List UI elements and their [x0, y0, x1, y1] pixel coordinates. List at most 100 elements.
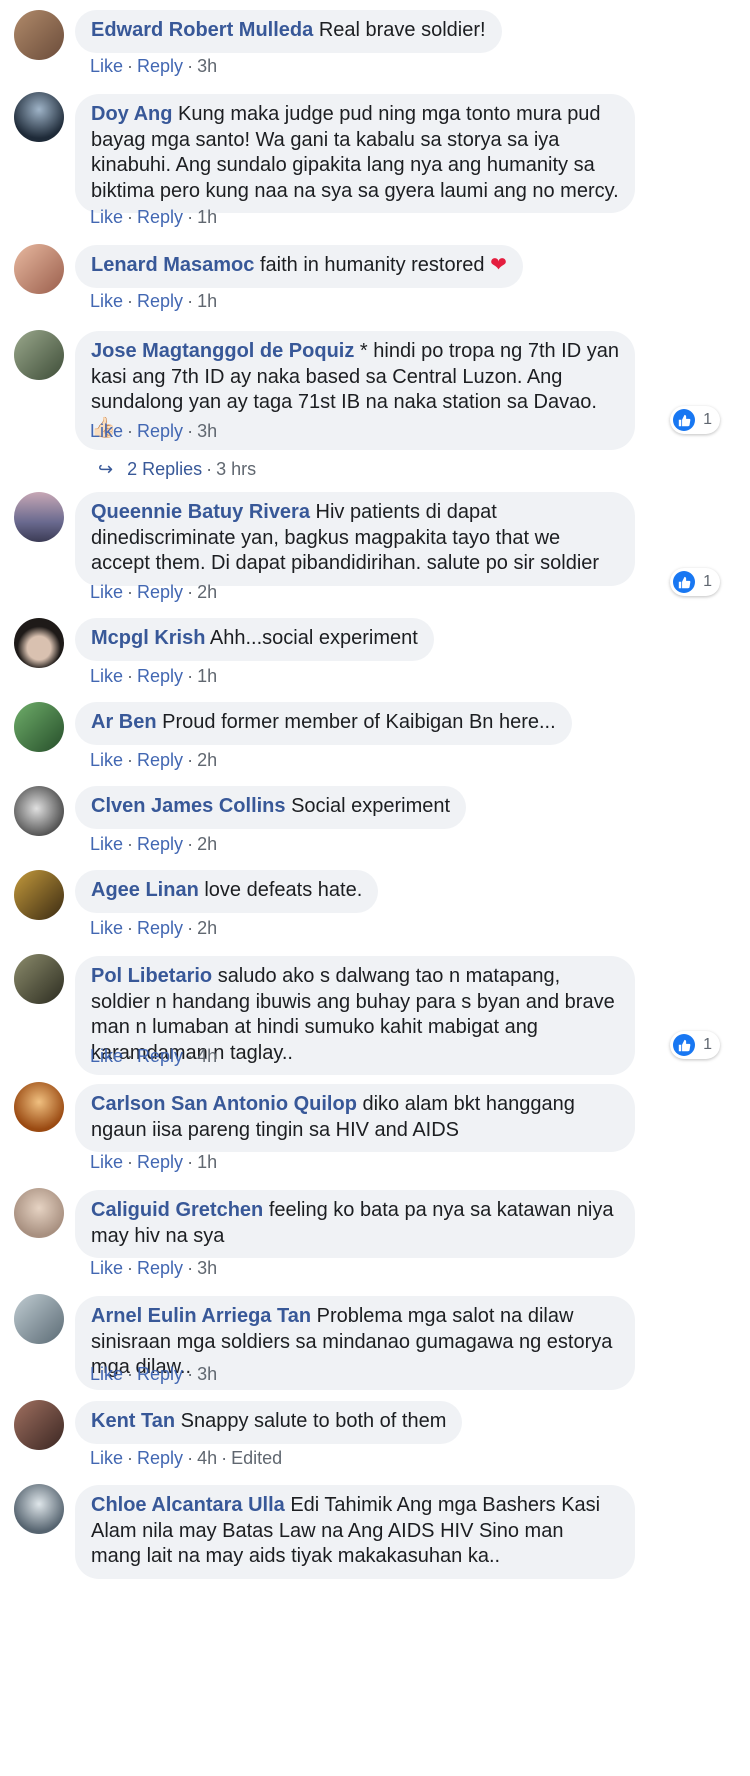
comment-bubble: Caliguid Gretchen feeling ko bata pa nya… [75, 1190, 635, 1258]
thumbs-up-icon [673, 1034, 696, 1056]
avatar[interactable] [14, 330, 64, 380]
avatar[interactable] [14, 492, 64, 542]
like-link[interactable]: Like [90, 834, 123, 854]
comment-bubble: Edward Robert Mulleda Real brave soldier… [75, 10, 502, 53]
comment-actions: Like · Reply · 1h [90, 291, 218, 311]
author-name[interactable]: Mcpgl Krish [91, 627, 205, 649]
author-name[interactable]: Ar Ben [91, 711, 157, 733]
comment-actions: Like · Reply · 4h [90, 1046, 218, 1066]
author-name[interactable]: Caliguid Gretchen [91, 1199, 263, 1221]
reply-link[interactable]: Reply [137, 421, 183, 441]
avatar[interactable] [14, 10, 64, 60]
like-link[interactable]: Like [90, 582, 123, 602]
timestamp[interactable]: 1h [197, 291, 217, 311]
reply-link[interactable]: Reply [137, 1448, 183, 1468]
timestamp[interactable]: 4h [197, 1448, 217, 1468]
timestamp[interactable]: 2h [197, 834, 217, 854]
avatar[interactable] [14, 1188, 64, 1238]
reply-link[interactable]: Reply [137, 666, 183, 686]
avatar[interactable] [14, 702, 64, 752]
timestamp[interactable]: 2h [197, 750, 217, 770]
like-link[interactable]: Like [90, 1046, 123, 1066]
like-link[interactable]: Like [90, 56, 123, 76]
timestamp[interactable]: 3h [197, 1258, 217, 1278]
reply-link[interactable]: Reply [137, 1258, 183, 1278]
avatar[interactable] [14, 92, 64, 142]
avatar[interactable] [14, 1082, 64, 1132]
avatar[interactable] [14, 618, 64, 668]
reply-link[interactable]: Reply [137, 1152, 183, 1172]
timestamp[interactable]: 3h [197, 56, 217, 76]
edited-label[interactable]: Edited [231, 1448, 282, 1468]
like-link[interactable]: Like [90, 750, 123, 770]
reply-link[interactable]: Reply [137, 56, 183, 76]
like-link[interactable]: Like [90, 1152, 123, 1172]
timestamp[interactable]: 2h [197, 582, 217, 602]
timestamp[interactable]: 2h [197, 918, 217, 938]
avatar[interactable] [14, 1400, 64, 1450]
comment-bubble: Queennie Batuy Rivera Hiv patients di da… [75, 492, 635, 586]
avatar[interactable] [14, 1484, 64, 1534]
comment-bubble: Mcpgl Krish Ahh...social experiment [75, 618, 434, 661]
like-link[interactable]: Like [90, 291, 123, 311]
like-link[interactable]: Like [90, 1258, 123, 1278]
reply-link[interactable]: Reply [137, 207, 183, 227]
reply-link[interactable]: Reply [137, 291, 183, 311]
reaction-count[interactable]: 1 [670, 406, 720, 434]
avatar[interactable] [14, 1294, 64, 1344]
comment-bubble: Ar Ben Proud former member of Kaibigan B… [75, 702, 572, 745]
author-name[interactable]: Pol Libetario [91, 965, 212, 987]
reaction-count[interactable]: 1 [670, 568, 720, 596]
thumbs-up-icon [673, 571, 696, 593]
comment-bubble: Kent Tan Snappy salute to both of them [75, 1401, 463, 1444]
view-replies-link[interactable]: ↪ 2 Replies · 3 hrs [98, 459, 256, 480]
author-name[interactable]: Clven James Collins [91, 795, 286, 817]
reply-link[interactable]: Reply [137, 1046, 183, 1066]
author-name[interactable]: Agee Linan [91, 879, 199, 901]
reply-link[interactable]: Reply [137, 918, 183, 938]
author-name[interactable]: Kent Tan [91, 1410, 175, 1432]
comment-actions: Like · Reply · 2h [90, 834, 218, 854]
avatar[interactable] [14, 954, 64, 1004]
author-name[interactable]: Chloe Alcantara Ulla [91, 1494, 285, 1516]
reply-link[interactable]: Reply [137, 582, 183, 602]
comment-actions: Like · Reply · 4h · Edited [90, 1448, 283, 1468]
timestamp[interactable]: 3h [197, 1364, 217, 1384]
avatar[interactable] [14, 870, 64, 920]
comment-bubble: Agee Linan love defeats hate. [75, 870, 379, 913]
avatar[interactable] [14, 786, 64, 836]
comment-actions: Like · Reply · 3h [90, 56, 218, 76]
comment-bubble: Doy Ang Kung maka judge pud ning mga ton… [75, 94, 635, 213]
reply-link[interactable]: Reply [137, 750, 183, 770]
timestamp[interactable]: 1h [197, 1152, 217, 1172]
comment-actions: Like · Reply · 1h [90, 207, 218, 227]
comment-actions: Like · Reply · 1h [90, 666, 218, 686]
comment-actions: Like · Reply · 2h [90, 750, 218, 770]
thumbs-up-icon [673, 409, 696, 431]
like-link[interactable]: Like [90, 1364, 123, 1384]
timestamp[interactable]: 3h [197, 421, 217, 441]
comment-text: Social experiment [291, 795, 451, 817]
author-name[interactable]: Carlson San Antonio Quilop [91, 1093, 357, 1115]
like-link[interactable]: Like [90, 421, 123, 441]
author-name[interactable]: Queennie Batuy Rivera [91, 501, 310, 523]
timestamp[interactable]: 4h [197, 1046, 217, 1066]
author-name[interactable]: Doy Ang [91, 103, 172, 125]
like-link[interactable]: Like [90, 207, 123, 227]
comment-actions: Like · Reply · 1h [90, 1152, 218, 1172]
author-name[interactable]: Lenard Masamoc [91, 254, 254, 276]
reply-link[interactable]: Reply [137, 1364, 183, 1384]
author-name[interactable]: Edward Robert Mulleda [91, 19, 313, 41]
timestamp[interactable]: 1h [197, 207, 217, 227]
comment-bubble: Chloe Alcantara Ulla Edi Tahimik Ang mga… [75, 1485, 635, 1579]
reaction-count[interactable]: 1 [670, 1031, 720, 1059]
author-name[interactable]: Arnel Eulin Arriega Tan [91, 1305, 311, 1327]
like-link[interactable]: Like [90, 918, 123, 938]
comment-actions: Like · Reply · 2h [90, 582, 218, 602]
reply-link[interactable]: Reply [137, 834, 183, 854]
timestamp[interactable]: 1h [197, 666, 217, 686]
like-link[interactable]: Like [90, 666, 123, 686]
author-name[interactable]: Jose Magtanggol de Poquiz [91, 340, 354, 362]
like-link[interactable]: Like [90, 1448, 123, 1468]
avatar[interactable] [14, 244, 64, 294]
